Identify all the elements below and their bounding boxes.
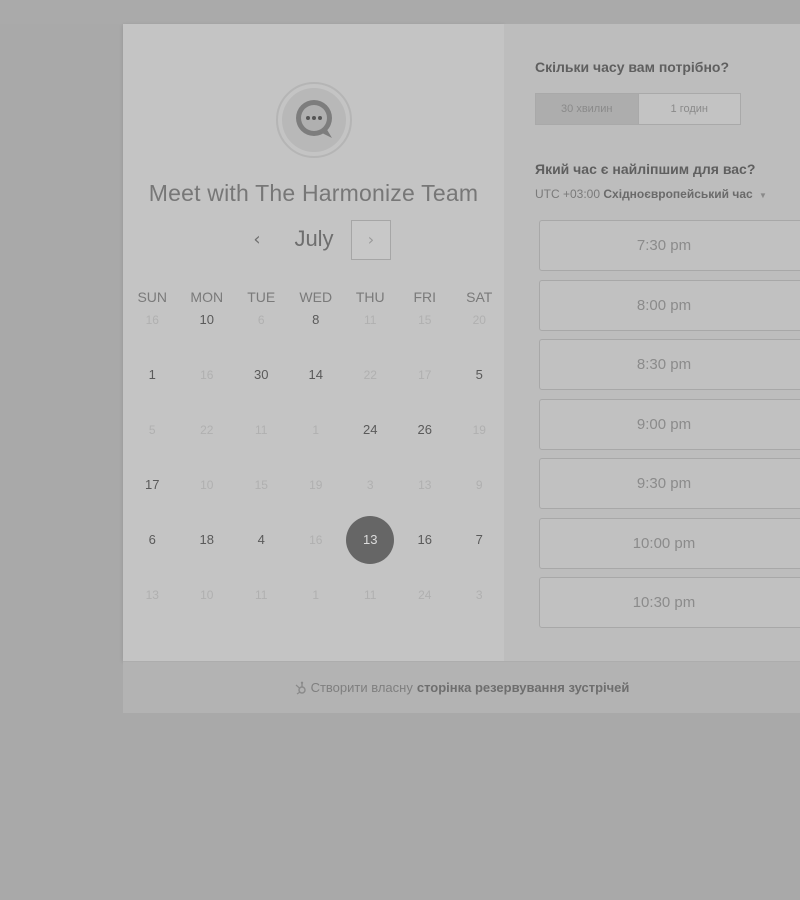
weekday-label: SUN bbox=[137, 289, 168, 305]
time-slot-list: 7:30 pm 8:00 pm 8:30 pm 9:00 pm 9:30 pm 10:00… bbox=[539, 220, 800, 637]
calendar-day-unavailable: 24 bbox=[418, 588, 432, 602]
calendar-week: 16 10 6 8 11 15 20 bbox=[125, 308, 504, 363]
footer-bar: Створити власну сторінка резервування зу… bbox=[123, 661, 800, 713]
calendar-days: 16 10 6 8 11 15 20 1 16 30 14 22 17 5 5 22 11 1 24 26 19 17 10… bbox=[125, 308, 504, 638]
footer-prefix: Створити власну bbox=[310, 680, 413, 695]
calendar-day-unavailable: 1 bbox=[312, 423, 320, 437]
time-slot-button[interactable]: 7:30 pm bbox=[539, 220, 800, 271]
weekday-label: FRI bbox=[413, 289, 437, 305]
calendar-day-unavailable: 13 bbox=[145, 588, 159, 602]
next-month-button[interactable]: › bbox=[351, 220, 391, 260]
prev-month-button[interactable]: ‹ bbox=[245, 228, 269, 252]
calendar-day-unavailable: 19 bbox=[309, 478, 323, 492]
duration-option-1hour[interactable]: 1 годин bbox=[638, 94, 740, 124]
page: Meet with The Harmonize Team ‹ July › SU… bbox=[0, 0, 800, 900]
calendar-day-available[interactable]: 30 bbox=[234, 363, 289, 418]
calendar-day-unavailable: 5 bbox=[148, 423, 156, 437]
caret-down-icon: ▼ bbox=[759, 191, 767, 200]
weekday-header: SUN MON TUE WED THU FRI SAT bbox=[125, 286, 504, 308]
calendar-day-unavailable: 11 bbox=[255, 423, 268, 437]
calendar-day-available[interactable]: 10 bbox=[180, 308, 235, 363]
calendar-day-unavailable: 15 bbox=[254, 478, 268, 492]
top-band bbox=[0, 0, 800, 24]
weekday-label: SAT bbox=[466, 289, 493, 305]
calendar-week: 5 22 11 1 24 26 19 bbox=[125, 418, 504, 473]
calendar-week: 17 10 15 19 3 13 9 bbox=[125, 473, 504, 528]
calendar-day-available[interactable]: 1 bbox=[125, 363, 180, 418]
weekday-label: WED bbox=[299, 289, 333, 305]
calendar-day-available[interactable]: 14 bbox=[289, 363, 344, 418]
calendar-day-unavailable: 10 bbox=[200, 588, 214, 602]
time-slot-button[interactable]: 9:00 pm bbox=[539, 398, 800, 450]
footer-link[interactable]: сторінка резервування зустрічей bbox=[417, 680, 630, 695]
avatar bbox=[276, 82, 352, 158]
month-navigation: ‹ July › bbox=[123, 220, 504, 262]
calendar-day-available[interactable]: 8 bbox=[289, 308, 344, 363]
calendar-day-available[interactable]: 24 bbox=[343, 418, 398, 473]
hubspot-sprocket-icon bbox=[294, 681, 308, 695]
duration-selector: 30 хвилин 1 годин bbox=[535, 93, 741, 125]
timezone-dropdown[interactable]: UTC +03:00 Східноєвропейський час ▼ bbox=[535, 187, 767, 201]
time-slot-button[interactable]: 8:00 pm bbox=[539, 279, 800, 331]
calendar-day-available[interactable]: 17 bbox=[125, 473, 180, 528]
calendar-day-unavailable: 9 bbox=[475, 478, 483, 492]
time-panel: Скільки часу вам потрібно? 30 хвилин 1 г… bbox=[504, 24, 800, 661]
time-slot-button[interactable]: 10:00 pm bbox=[539, 517, 800, 569]
calendar-week: 6 18 4 16 13 16 7 bbox=[125, 516, 507, 583]
calendar-day-unavailable: 11 bbox=[364, 313, 377, 327]
chat-bubble-icon bbox=[282, 88, 346, 152]
calendar-day-unavailable: 17 bbox=[418, 368, 432, 382]
calendar-day-unavailable: 16 bbox=[309, 533, 323, 547]
calendar-day-unavailable: 16 bbox=[145, 313, 159, 327]
calendar-day-unavailable: 10 bbox=[200, 478, 214, 492]
calendar-day-unavailable: 22 bbox=[363, 368, 377, 382]
weekday-label: TUE bbox=[247, 289, 276, 305]
calendar-grid: SUN MON TUE WED THU FRI SAT 16 10 6 8 11 15 20 1 16 30 1… bbox=[125, 286, 504, 638]
timezone-name: Східноєвропейський час bbox=[603, 187, 753, 201]
weekday-label: THU bbox=[355, 289, 385, 305]
calendar-day-available[interactable]: 16 bbox=[398, 528, 453, 583]
calendar-day-unavailable: 19 bbox=[472, 423, 486, 437]
time-slot-button[interactable]: 9:30 pm bbox=[539, 458, 800, 509]
calendar-day-unavailable: 16 bbox=[200, 368, 214, 382]
calendar-week: 13 10 11 1 11 24 3 bbox=[125, 583, 504, 638]
calendar-day-available[interactable]: 6 bbox=[125, 528, 180, 583]
calendar-day-available[interactable]: 18 bbox=[180, 528, 235, 583]
duration-option-30min[interactable]: 30 хвилин bbox=[536, 94, 639, 124]
calendar-day-available[interactable]: 7 bbox=[452, 528, 507, 583]
calendar-day-unavailable: 22 bbox=[200, 423, 214, 437]
calendar-day-available[interactable]: 4 bbox=[234, 528, 289, 583]
calendar-day-unavailable: 1 bbox=[312, 588, 320, 602]
calendar-day-unavailable: 6 bbox=[257, 313, 265, 327]
timezone-offset: UTC +03:00 bbox=[535, 187, 601, 201]
calendar-day-unavailable: 3 bbox=[475, 588, 483, 602]
duration-question: Скільки часу вам потрібно? bbox=[535, 59, 730, 75]
time-slot-button[interactable]: 8:30 pm bbox=[539, 339, 800, 390]
calendar-day-available[interactable]: 26 bbox=[398, 418, 453, 473]
time-question: Який час є найліпшим для вас? bbox=[535, 161, 756, 177]
calendar-day-selected[interactable]: 13 bbox=[343, 516, 398, 583]
calendar-day-unavailable: 11 bbox=[364, 588, 377, 602]
month-label: July bbox=[294, 226, 334, 251]
calendar-week: 1 16 30 14 22 17 5 bbox=[125, 363, 504, 418]
calendar-day-unavailable: 15 bbox=[418, 313, 432, 327]
calendar-day-available[interactable]: 5 bbox=[452, 363, 507, 418]
weekday-label: MON bbox=[190, 289, 224, 305]
time-slot-button[interactable]: 10:30 pm bbox=[539, 577, 800, 628]
meeting-scheduler-widget: Meet with The Harmonize Team ‹ July › SU… bbox=[123, 24, 800, 713]
page-title: Meet with The Harmonize Team bbox=[148, 180, 479, 206]
selected-day-label: 13 bbox=[346, 516, 395, 564]
calendar-day-unavailable: 13 bbox=[418, 478, 432, 492]
calendar-panel: Meet with The Harmonize Team ‹ July › SU… bbox=[123, 24, 504, 661]
calendar-day-unavailable: 20 bbox=[472, 313, 486, 327]
calendar-day-unavailable: 11 bbox=[255, 588, 268, 602]
